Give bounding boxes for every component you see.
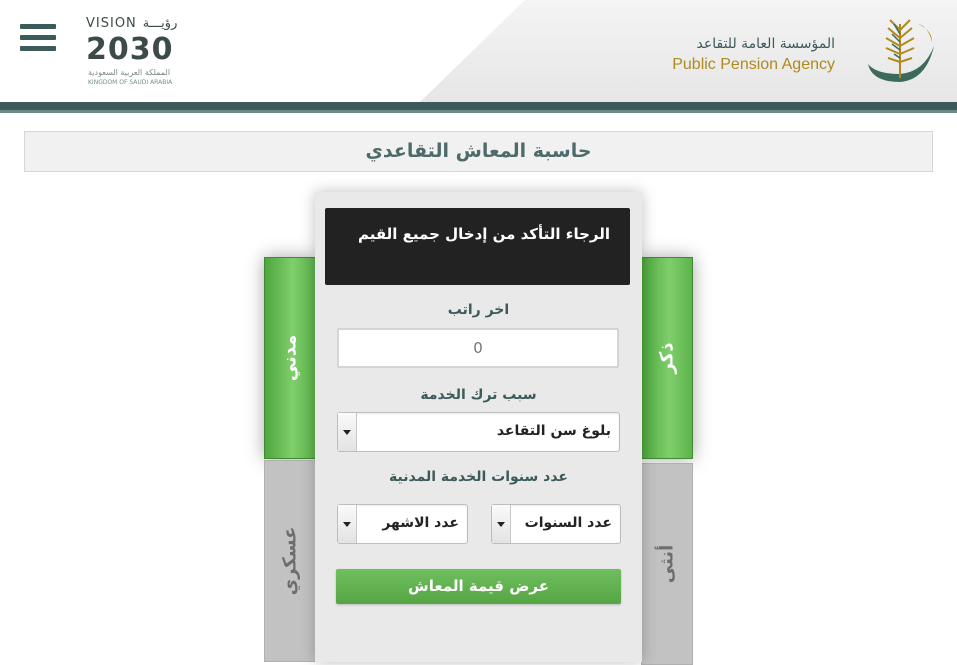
reason-select-value: بلوغ سن التقاعد bbox=[496, 423, 611, 439]
chevron-down-icon[interactable] bbox=[338, 505, 357, 543]
tab-male[interactable]: ذكر bbox=[641, 257, 693, 459]
vision-year: 2030 bbox=[86, 32, 174, 67]
header: VISION رؤيـــة 2030 المملكة العربية السعو… bbox=[0, 0, 957, 102]
service-years-label: عدد سنوات الخدمة المدنية bbox=[389, 469, 568, 485]
vision-label: VISION bbox=[86, 16, 137, 31]
vision-2030-logo: VISION رؤيـــة 2030 المملكة العربية السعو… bbox=[86, 16, 190, 88]
tab-female[interactable]: أنثى bbox=[641, 463, 693, 665]
kingdom-name-en: KINGDOM OF SAUDI ARABIA bbox=[88, 79, 173, 86]
hamburger-menu-icon[interactable] bbox=[20, 24, 56, 54]
page-title: حاسبة المعاش التقاعدي bbox=[365, 140, 592, 162]
kingdom-name-ar: المملكة العربية السعودية bbox=[88, 68, 171, 77]
tab-military[interactable]: عسكري bbox=[264, 460, 316, 662]
agency-name: المؤسسة العامة للتقاعد Public Pension Ag… bbox=[672, 36, 835, 74]
tab-civil[interactable]: مدني bbox=[264, 257, 316, 459]
agency-name-ar: المؤسسة العامة للتقاعد bbox=[696, 36, 835, 52]
show-pension-button-label: عرض قيمة المعاش bbox=[408, 577, 549, 595]
reason-label: سبب ترك الخدمة bbox=[420, 387, 537, 403]
agency-name-en: Public Pension Agency bbox=[672, 56, 835, 73]
tab-female-label: أنثى bbox=[656, 544, 678, 584]
header-divider bbox=[0, 102, 957, 110]
calculator-panel: الرجاء التأكد من إدخال جميع القيم اخر را… bbox=[315, 192, 642, 662]
tab-civil-label: مدني bbox=[279, 334, 301, 382]
reason-select[interactable]: بلوغ سن التقاعد bbox=[337, 412, 620, 452]
vision-label-ar: رؤيـــة bbox=[142, 16, 178, 31]
palm-leaf-logo bbox=[868, 19, 934, 82]
page-title-bar: حاسبة المعاش التقاعدي bbox=[24, 131, 933, 172]
months-select[interactable]: عدد الاشهر bbox=[337, 504, 468, 544]
header-divider-light bbox=[0, 110, 957, 113]
show-pension-button[interactable]: عرض قيمة المعاش bbox=[336, 569, 621, 604]
chevron-down-icon[interactable] bbox=[338, 413, 357, 451]
years-select[interactable]: عدد السنوات bbox=[491, 504, 621, 544]
months-select-value: عدد الاشهر bbox=[382, 515, 459, 531]
tab-military-label: عسكري bbox=[279, 526, 301, 596]
validation-alert-text: الرجاء التأكد من إدخال جميع القيم bbox=[357, 225, 610, 243]
chevron-down-icon[interactable] bbox=[492, 505, 511, 543]
salary-label: اخر راتب bbox=[447, 302, 510, 318]
years-select-value: عدد السنوات bbox=[524, 515, 612, 531]
tab-male-label: ذكر bbox=[656, 342, 678, 374]
salary-input[interactable] bbox=[337, 328, 619, 368]
validation-alert: الرجاء التأكد من إدخال جميع القيم bbox=[325, 208, 630, 285]
